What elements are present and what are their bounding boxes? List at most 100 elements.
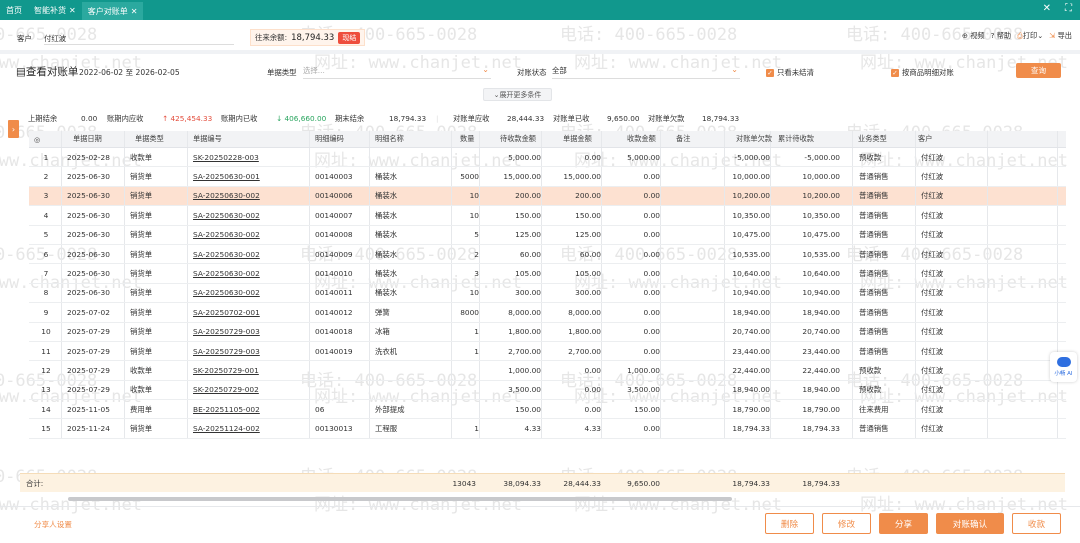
column-header-remark[interactable]: 备注 (675, 131, 691, 147)
cell-remark (662, 167, 724, 185)
column-divider (770, 322, 771, 341)
cell-item-name: 外部提成 (375, 404, 405, 414)
share-button[interactable]: 分享 (879, 513, 928, 534)
cell-doc-number[interactable]: SA-20250630-002 (189, 284, 309, 302)
column-header-doc-date[interactable]: 单据日期 (72, 131, 103, 147)
table-row[interactable]: 13 2025-07-29 收款单 SK-20250729-002 3,500.00 0.… (29, 380, 1066, 401)
cell-business-type: 普通销售 (859, 307, 889, 317)
export-button[interactable]: ⇲ 导出 (1049, 31, 1072, 41)
tab-smart-replenish[interactable]: 智能补货 ✕ (28, 0, 82, 20)
table-row[interactable]: 4 2025-06-30 销货单 SA-20250630-002 00140007 桶装水… (29, 206, 1066, 226)
column-divider (541, 303, 542, 322)
column-header-item-code[interactable]: 明细编码 (314, 131, 345, 147)
column-header-doc-amount[interactable]: 单据金额 (562, 131, 593, 147)
cell-doc-number[interactable]: SA-20251124-002 (189, 419, 309, 437)
cell-doc-number[interactable]: SA-20250630-002 (189, 226, 309, 244)
table-row[interactable]: 2 2025-06-30 销货单 SA-20250630-001 00140003 桶装水… (29, 167, 1066, 187)
edit-button[interactable]: 修改 (822, 513, 871, 534)
column-divider (915, 303, 916, 322)
table-row[interactable]: 15 2025-11-24 销货单 SA-20251124-002 00130013 工程… (29, 419, 1066, 439)
doc-type-select[interactable]: 选择... ⌄ (303, 65, 491, 79)
cell-cumulative-pending: 23,440.00 (802, 346, 840, 356)
tab-customer-statement[interactable]: 客户对账单 ✕ (81, 2, 144, 20)
cell-doc-number[interactable]: SK-20250729-001 (189, 361, 309, 379)
column-divider (451, 341, 452, 361)
print-button[interactable]: ⎙打印⌄ (1017, 31, 1043, 41)
table-row[interactable]: 5 2025-06-30 销货单 SA-20250630-002 00140008 桶装水… (29, 225, 1066, 245)
window-close-icon[interactable]: ✕ (1043, 3, 1051, 14)
video-button[interactable]: ⊕ 视频 (962, 31, 985, 41)
table-row[interactable]: 8 2025-06-30 销货单 SA-20250630-002 00140011 桶装水… (29, 283, 1066, 304)
settings-column-header[interactable]: ◎ (33, 131, 41, 147)
by-detail-checkbox[interactable]: ✓ 按商品明细对账 (891, 67, 954, 78)
column-divider (369, 283, 370, 303)
share-settings-link[interactable]: 分享人设置 (34, 519, 72, 530)
close-icon[interactable]: ✕ (69, 6, 76, 15)
cell-doc-number[interactable]: SA-20250630-002 (189, 187, 309, 205)
cell-doc-number[interactable]: SA-20250702-001 (189, 303, 309, 321)
cell-doc-number[interactable]: BE-20251105-002 (189, 400, 309, 418)
cell-doc-number[interactable]: SA-20250729-003 (189, 323, 309, 341)
total-label: 合计: (26, 478, 44, 488)
table-row[interactable]: 12 2025-07-29 收款单 SK-20250729-001 1,000.00 0.… (29, 361, 1066, 381)
stmt-owed-value: 18,794.33 (702, 114, 740, 123)
table-row[interactable]: 11 2025-07-29 销货单 SA-20250729-003 00140019 洗衣… (29, 341, 1066, 362)
column-header-quantity[interactable]: 数量 (459, 131, 475, 147)
column-divider (770, 244, 771, 264)
table-row[interactable]: 1 2025-02-28 收款单 SK-20250228-003 5,000.00 0.0… (29, 148, 1066, 168)
delete-button[interactable]: 删除 (765, 513, 814, 534)
maximize-icon[interactable]: ⛶ (1065, 3, 1072, 14)
table-row[interactable]: 10 2025-07-29 销货单 SA-20250729-003 00140018 冰箱… (29, 322, 1066, 342)
column-header-pending-amount[interactable]: 待收款金额 (499, 131, 537, 147)
cell-doc-number[interactable]: SK-20250228-003 (189, 148, 309, 166)
help-button[interactable]: ? 帮助 (991, 31, 1012, 41)
cell-doc-number[interactable]: SK-20250729-002 (189, 381, 309, 399)
only-unsettled-checkbox[interactable]: ✓ 只看未结清 (766, 67, 814, 78)
table-row[interactable]: 7 2025-06-30 销货单 SA-20250630-002 00140010 桶装水… (29, 264, 1066, 284)
query-button[interactable]: 查询 (1016, 63, 1061, 78)
cell-item-name: 桶装水 (375, 288, 398, 298)
column-header-statement-owed[interactable]: 对账单欠款 (735, 131, 773, 147)
cell-received-amount: 5,000.00 (627, 152, 660, 162)
ai-assistant-widget[interactable]: 小畅 AI (1050, 352, 1077, 382)
cell-doc-number[interactable]: SA-20250630-001 (189, 167, 309, 185)
column-divider (601, 380, 602, 400)
column-divider (309, 303, 310, 322)
cell-doc-number[interactable]: SA-20250630-002 (189, 206, 309, 224)
horizontal-scrollbar[interactable] (68, 497, 732, 501)
column-header-business-type[interactable]: 业务类型 (857, 131, 888, 147)
column-divider (852, 341, 853, 361)
column-divider (660, 361, 661, 380)
receive-payment-button[interactable]: 收款 (1012, 513, 1061, 534)
column-divider (309, 148, 310, 167)
close-icon[interactable]: ✕ (131, 7, 138, 16)
column-header-received-amount[interactable]: 收款金额 (626, 131, 657, 147)
cell-statement-owed: 10,000.00 (732, 172, 770, 182)
column-header-extra[interactable] (1060, 131, 1062, 147)
expand-conditions-button[interactable]: ⌄ 展开更多条件 (483, 88, 552, 101)
column-header-item-name[interactable]: 明细名称 (374, 131, 405, 147)
cell-row-number: 9 (43, 307, 49, 317)
total-amount: 28,444.33 (563, 478, 601, 488)
confirm-statement-button[interactable]: 对账确认 (936, 513, 1004, 534)
column-header-customer[interactable]: 客户 (917, 131, 933, 147)
column-header-cumulative-pending[interactable]: 累计待收款 (777, 131, 815, 147)
table-row[interactable]: 9 2025-07-02 销货单 SA-20250702-001 00140012 弹簧 8… (29, 303, 1066, 323)
cell-doc-number[interactable]: SA-20250729-003 (189, 342, 309, 360)
table-row[interactable]: 3 2025-06-30 销货单 SA-20250630-002 00140006 桶装水… (29, 186, 1066, 207)
table-row[interactable]: 14 2025-11-05 费用单 BE-20251105-002 06 外部提成 150.… (29, 400, 1066, 420)
side-expand-button[interactable]: › (8, 120, 19, 138)
status-select[interactable]: 全部 ⌄ (552, 65, 740, 79)
date-range-picker[interactable]: 2022-06-02 至 2026-02-05 (79, 67, 180, 78)
column-header-doc-type[interactable]: 单据类型 (134, 131, 165, 147)
cell-doc-date: 2025-06-30 (67, 210, 110, 220)
cell-received-amount: 0.00 (643, 249, 660, 259)
status-label: 对账状态 (517, 68, 547, 77)
cell-doc-number[interactable]: SA-20250630-002 (189, 264, 309, 282)
received-value: ↓ 406,660.00 (276, 114, 326, 123)
table-row[interactable]: 6 2025-06-30 销货单 SA-20250630-002 00140009 桶装水… (29, 244, 1066, 265)
cell-doc-number[interactable]: SA-20250630-002 (189, 245, 309, 263)
tab-home[interactable]: 首页 (0, 0, 28, 20)
customer-select[interactable]: 付红波 (44, 33, 234, 45)
column-header-doc-number[interactable]: 单据编号 (192, 131, 223, 147)
